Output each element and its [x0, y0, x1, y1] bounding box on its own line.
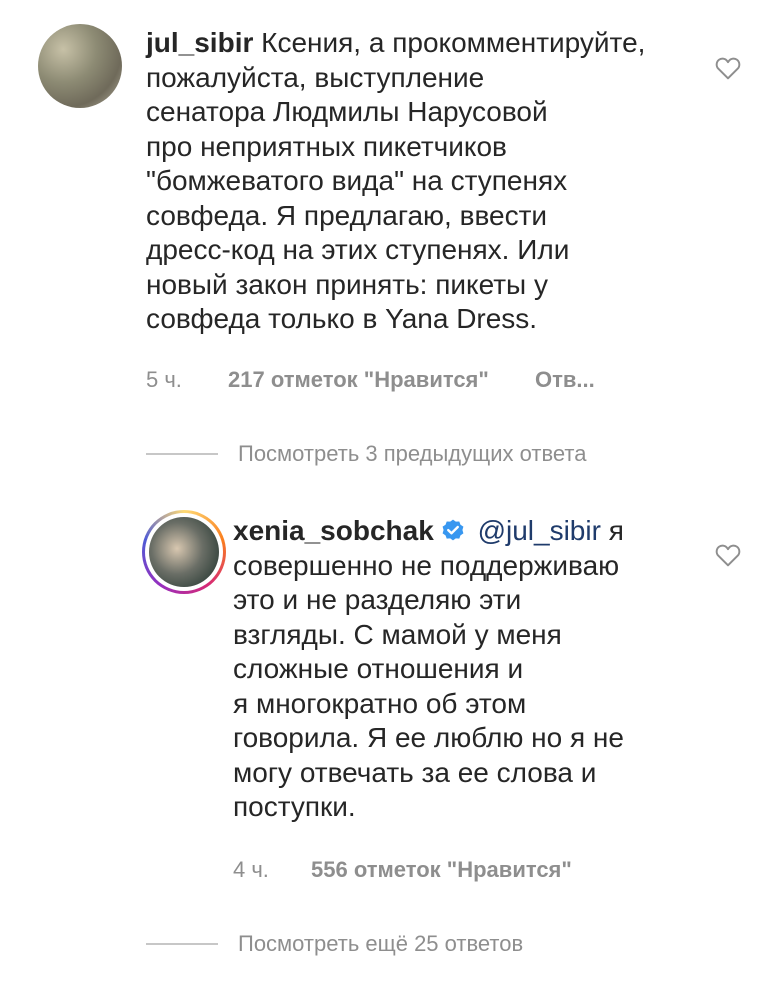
comment-text-line: пожалуйста, выступление: [146, 61, 485, 93]
verified-badge-icon: [442, 519, 464, 541]
comment-text-line: сложные отношения и: [233, 653, 524, 684]
likes-count-link[interactable]: 556 отметок "Нравится": [311, 857, 572, 882]
comment-xenia-sobchak: xenia_sobchak @jul_sibir я совершенно не…: [233, 514, 713, 825]
comment-username[interactable]: xenia_sobchak: [233, 515, 434, 546]
likes-count-link[interactable]: 217 отметок "Нравится": [228, 367, 489, 392]
comment-text-line: сенатора Людмилы Нарусовой: [146, 96, 548, 127]
comment-text-line: дресс-код на этих ступенях. Или: [146, 234, 570, 265]
comment-text-line: могу отвечать за ее слова и: [233, 756, 597, 788]
comment-text-line: поступки.: [233, 791, 356, 822]
view-previous-label[interactable]: Посмотреть 3 предыдущих ответа: [238, 441, 586, 467]
avatar-jul-sibir[interactable]: [38, 24, 122, 108]
mention-link[interactable]: @jul_sibir: [478, 515, 601, 546]
comment-text-line: я: [608, 515, 624, 546]
comment-meta-row: 4 ч. 556 отметок "Нравится": [233, 857, 572, 883]
comment-time: 5 ч.: [146, 367, 182, 392]
avatar-photo: [149, 517, 219, 587]
comment-text-line: про неприятных пикетчиков: [146, 130, 507, 162]
comment-meta-row: 5 ч. 217 отметок "Нравится" Отв...: [146, 367, 595, 393]
comment-text-line: "бомжеватого вида" на ступенях: [146, 165, 568, 196]
comment-text-line: говорила. Я ее люблю но я не: [233, 722, 624, 753]
comment-text-line: совершенно не поддерживаю: [233, 549, 620, 581]
comment-text-line: это и не разделяю эти: [233, 584, 522, 615]
comment-text-line: взгляды. С мамой у меня: [233, 618, 562, 650]
comment-text-line: новый закон принять: пикеты у: [146, 268, 548, 300]
comment-username[interactable]: jul_sibir: [146, 27, 253, 58]
heart-icon[interactable]: [715, 543, 741, 567]
comment-text-line: совфеда. Я предлагаю, ввести: [146, 199, 548, 231]
comment-jul-sibir: jul_sibir Ксения, а прокомментируйте, по…: [146, 26, 716, 337]
comment-text-line: совфеда только в Yana Dress.: [146, 303, 538, 334]
view-more-replies[interactable]: Посмотреть ещё 25 ответов: [146, 931, 523, 957]
comment-text-line: Ксения, а прокомментируйте,: [261, 27, 646, 58]
view-more-label[interactable]: Посмотреть ещё 25 ответов: [238, 931, 523, 957]
view-previous-replies[interactable]: Посмотреть 3 предыдущих ответа: [146, 441, 586, 467]
divider-line: [146, 943, 218, 945]
comment-text-line: я многократно об этом: [233, 687, 527, 719]
reply-button[interactable]: Отв...: [535, 367, 595, 392]
divider-line: [146, 453, 218, 455]
comment-time: 4 ч.: [233, 857, 269, 882]
heart-icon[interactable]: [715, 56, 741, 80]
avatar-xenia-sobchak[interactable]: [142, 510, 226, 594]
